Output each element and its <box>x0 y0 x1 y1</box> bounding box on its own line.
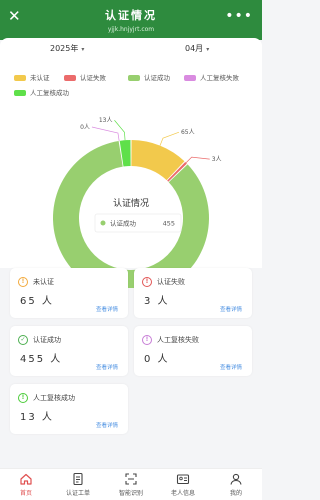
bottom-tab-bar: 首页 认证工单 智能识别 老人信息 我的 <box>0 468 262 500</box>
stat-card-manual-success[interactable]: ! 人工复核成功 13 人 查看详情 <box>10 384 128 434</box>
legend-label: 认证成功 <box>144 74 170 82</box>
donut-slice[interactable] <box>131 140 185 181</box>
stat-card-value: 455 人 <box>20 354 63 365</box>
legend-label: 未认证 <box>30 74 50 82</box>
stat-card-value: 65 人 <box>20 296 54 307</box>
legend-swatch <box>184 75 196 81</box>
stat-card-value: 0 人 <box>144 354 170 365</box>
tooltip-marker <box>100 220 106 226</box>
legend-item[interactable]: 未认证 <box>14 72 50 82</box>
view-details-link[interactable]: 查看详情 <box>96 305 118 313</box>
legend-swatch <box>14 75 26 81</box>
year-select-label: 2025年 <box>50 44 79 53</box>
exclamation-icon: ! <box>142 335 152 345</box>
tab-mine[interactable]: 我的 <box>210 472 262 497</box>
exclamation-icon: ! <box>142 277 152 287</box>
page-url: yjjk.hnjyjrt.com <box>107 26 155 33</box>
tab-elder-info[interactable]: 老人信息 <box>157 472 209 497</box>
month-select[interactable]: 04月 ▾ <box>185 43 209 54</box>
exclamation-icon: ! <box>18 393 28 403</box>
slice-label: 13人 <box>99 117 113 124</box>
view-details-link[interactable]: 查看详情 <box>220 363 242 371</box>
slice-label-line <box>91 126 120 141</box>
chevron-down-icon: ▾ <box>81 46 85 53</box>
legend-item[interactable]: 人工复核失败 <box>184 72 239 82</box>
tab-label: 智能识别 <box>118 490 143 497</box>
legend-item[interactable]: 认证失败 <box>64 72 106 82</box>
legend-swatch <box>14 90 26 96</box>
slice-label: 3人 <box>212 156 222 163</box>
tab-auth-orders[interactable]: 认证工单 <box>52 472 104 497</box>
tab-label: 认证工单 <box>65 490 90 497</box>
stat-card-label: 认证失败 <box>157 278 185 286</box>
stat-card-success[interactable]: ✓ 认证成功 455 人 查看详情 <box>10 326 128 376</box>
chevron-down-icon: ▾ <box>206 46 210 53</box>
check-icon: ✓ <box>18 335 28 345</box>
stat-card-unverified[interactable]: ! 未认证 65 人 查看详情 <box>10 268 128 318</box>
view-details-link[interactable]: 查看详情 <box>96 421 118 429</box>
tooltip-value: 455 <box>163 220 175 228</box>
legend-swatch <box>128 75 140 81</box>
legend-label: 人工复核失败 <box>200 74 239 82</box>
navigation-bar: ✕ 认证情况 yjjk.hnjyjrt.com ••• <box>0 0 262 40</box>
legend-swatch <box>64 75 76 81</box>
user-icon <box>230 473 242 485</box>
page-title: 认证情况 <box>105 9 157 22</box>
scan-icon <box>125 473 137 485</box>
donut-chart[interactable]: 65人3人455人0人13人认证情况认证成功455 <box>0 98 262 288</box>
stat-card-value: 3 人 <box>144 296 170 307</box>
view-details-link[interactable]: 查看详情 <box>96 363 118 371</box>
exclamation-icon: ! <box>18 277 28 287</box>
legend-label: 人工复核成功 <box>30 89 69 97</box>
tab-smart-recognition[interactable]: 智能识别 <box>105 472 157 497</box>
view-details-link[interactable]: 查看详情 <box>220 305 242 313</box>
chart-center-title: 认证情况 <box>113 197 149 209</box>
stat-card-value: 13 人 <box>20 412 54 423</box>
stat-card-failed[interactable]: ! 认证失败 3 人 查看详情 <box>134 268 252 318</box>
stat-card-label: 未认证 <box>33 278 54 286</box>
stat-card-manual-failed[interactable]: ! 人工复核失败 0 人 查看详情 <box>134 326 252 376</box>
tooltip-label: 认证成功 <box>110 219 137 228</box>
slice-label: 0人 <box>80 124 90 131</box>
id-card-icon <box>176 474 190 485</box>
year-select[interactable]: 2025年 ▾ <box>50 43 84 54</box>
legend-label: 认证失败 <box>80 74 106 82</box>
chart-tooltip: 认证成功 455 <box>94 213 182 233</box>
slice-label-line <box>114 120 126 141</box>
month-select-label: 04月 <box>185 44 204 53</box>
legend-item[interactable]: 认证成功 <box>128 72 170 82</box>
filter-bar: 2025年 ▾ 04月 ▾ <box>0 38 262 60</box>
slice-label: 65人 <box>181 129 195 136</box>
more-icon[interactable]: ••• <box>225 8 253 24</box>
stat-card-label: 认证成功 <box>33 336 61 344</box>
stat-card-label: 人工复核成功 <box>33 394 75 402</box>
chart-panel: 2025年 ▾ 04月 ▾ 未认证 认证失败 认证成功 人工复核失败 人工复核成功 … <box>0 38 262 288</box>
legend-item[interactable]: 人工复核成功 <box>14 87 69 97</box>
document-icon <box>73 472 83 486</box>
stat-card-label: 人工复核失败 <box>157 336 199 344</box>
tab-label: 我的 <box>229 490 242 497</box>
home-icon <box>20 473 32 485</box>
slice-label-line <box>159 131 180 146</box>
tab-home[interactable]: 首页 <box>0 472 52 497</box>
tab-label: 老人信息 <box>170 490 195 497</box>
slice-label-line <box>185 156 210 164</box>
tab-label: 首页 <box>19 490 32 497</box>
